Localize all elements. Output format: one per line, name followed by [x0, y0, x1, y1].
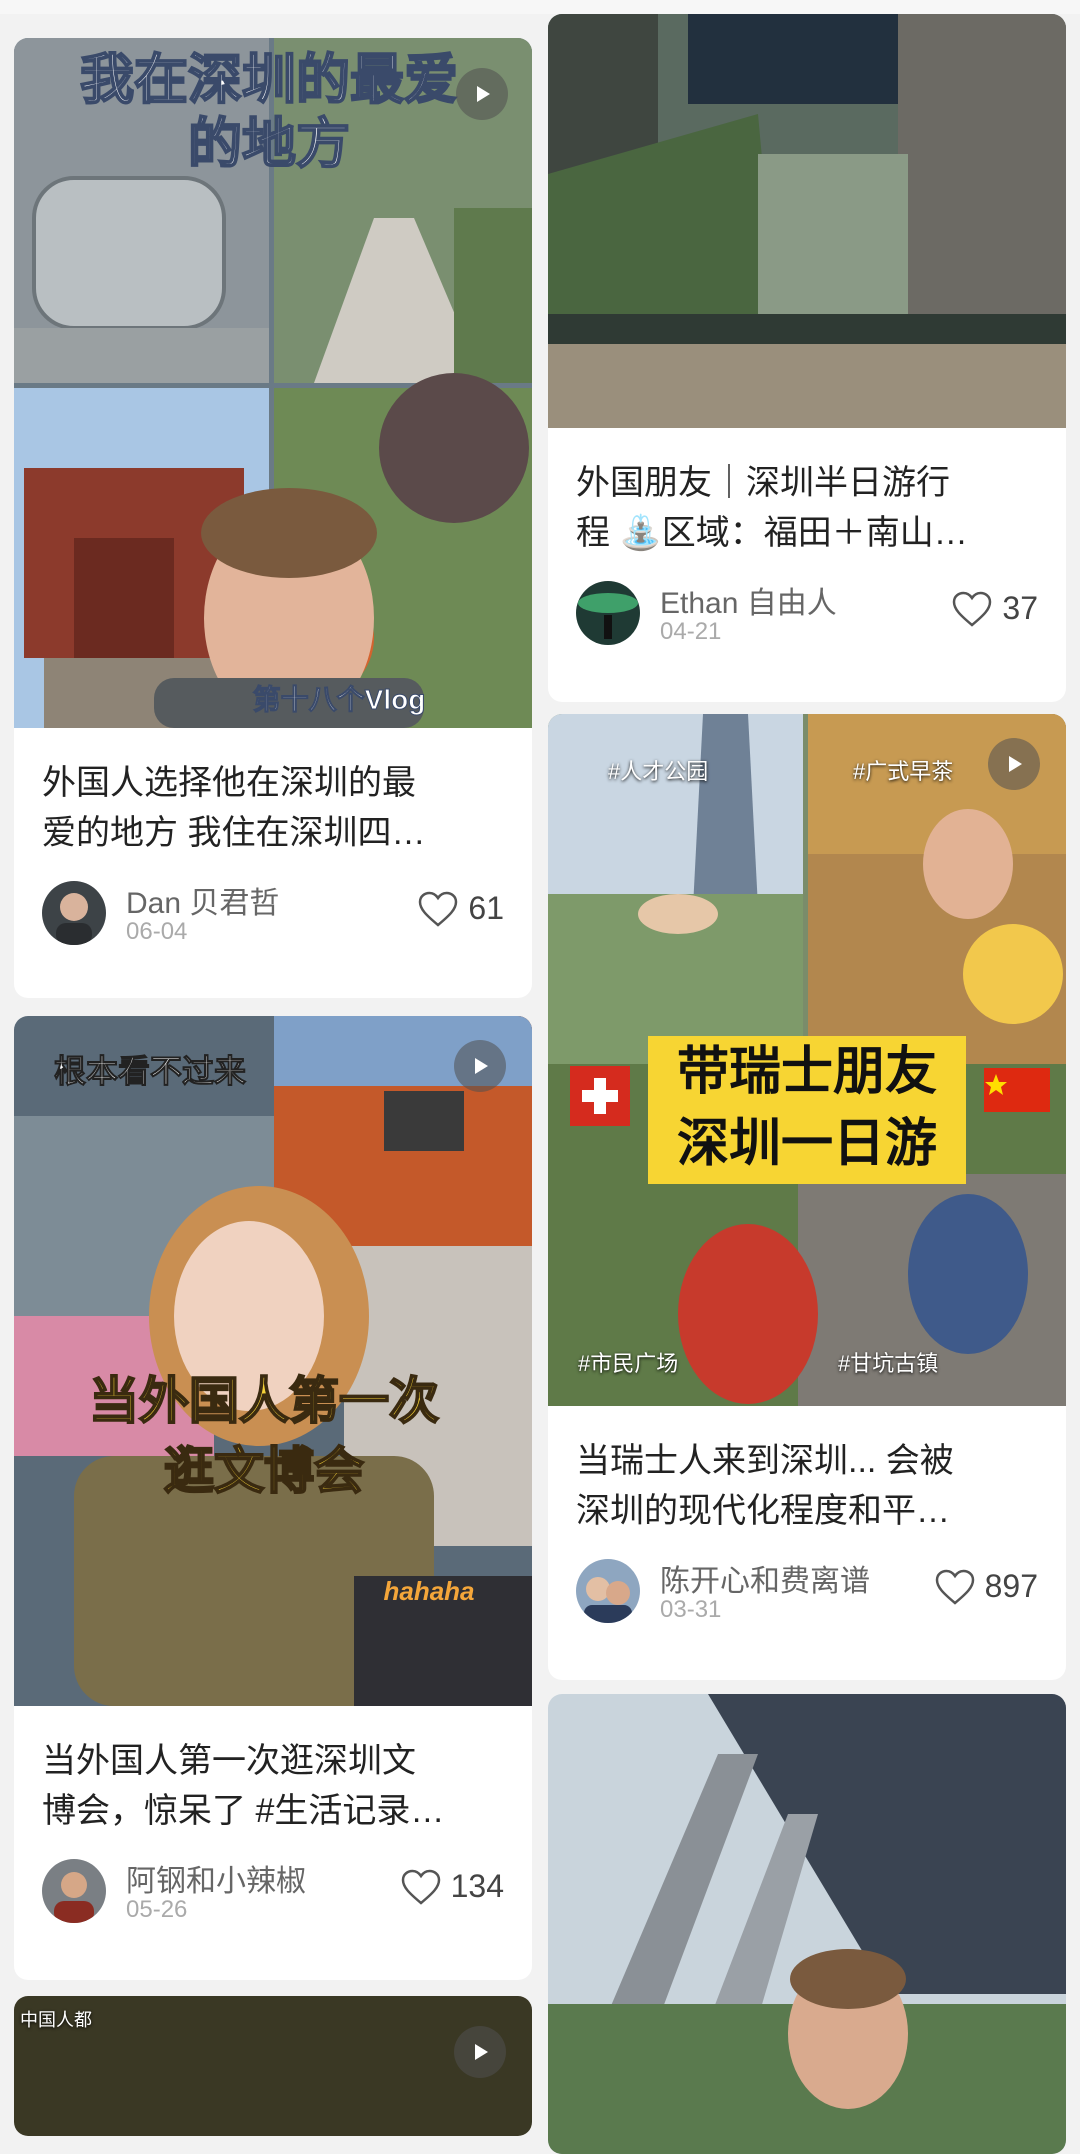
card-5-likes-count: 897	[984, 1568, 1038, 1604]
status-strip	[0, 0, 1080, 14]
heart-icon	[953, 591, 992, 627]
card-2-overlay-main: 当外国人第一次 逛文博会	[88, 1372, 440, 1500]
card-4-title: 外国朋友｜深圳半日游行 程 ⛲区域：福田＋南山…	[576, 464, 968, 552]
avatar[interactable]	[576, 581, 640, 645]
feed-card-5[interactable]: 带瑞士朋友 深圳一日游 #人才公园 #广式早茶 #市民广场 #甘坑古镇 当瑞士人…	[548, 714, 1066, 1680]
card-1-meta: Dan 贝君哲 06-04 61	[42, 878, 504, 948]
card-2-author[interactable]: 阿钢和小辣椒	[126, 1856, 306, 1900]
feed-card-3[interactable]: 中国人都	[14, 1996, 532, 2136]
play-icon	[988, 738, 1040, 790]
card-6-cover	[548, 1694, 1066, 2154]
flag-cn-icon	[984, 1068, 1050, 1112]
card-4-cover-image	[548, 14, 1066, 428]
card-5-tag-4: #甘坑古镇	[838, 1351, 939, 1376]
card-1-cover: 我在深圳的最爱 的地方 第十八个Vlog	[14, 38, 532, 728]
card-1-overlay-title: 我在深圳的最爱 的地方	[79, 49, 459, 175]
avatar[interactable]	[576, 1559, 640, 1623]
feed-card-4[interactable]: 外国朋友｜深圳半日游行 程 ⛲区域：福田＋南山… Ethan 自由人 04-21…	[548, 14, 1066, 702]
card-4-author[interactable]: Ethan 自由人	[660, 578, 837, 622]
feed-card-1[interactable]: 我在深圳的最爱 的地方 第十八个Vlog 外国人选择他在深圳的最 爱的地方 我住…	[14, 38, 532, 998]
card-1-author[interactable]: Dan 贝君哲	[126, 878, 279, 922]
card-1-title: 外国人选择他在深圳的最 爱的地方 我住在深圳四…	[42, 764, 426, 852]
card-4-likes-count: 37	[1002, 590, 1038, 626]
card-4-date: 04-21	[660, 618, 722, 645]
card-1-likes-count: 61	[468, 890, 504, 926]
card-2-date: 05-26	[126, 1896, 188, 1923]
card-5-date: 03-31	[660, 1596, 722, 1623]
avatar[interactable]	[42, 881, 106, 945]
card-4-like-button[interactable]: 37	[952, 590, 1038, 627]
card-4-cover	[548, 14, 1066, 428]
card-5-tag-1: #人才公园	[608, 759, 709, 784]
card-2-overlay-top: 根本看不过来	[54, 1053, 247, 1090]
card-2-like-button[interactable]: 134	[401, 1868, 504, 1905]
card-6-cover-image	[548, 1694, 1066, 2154]
play-icon	[454, 1040, 506, 1092]
card-3-overlay-label: 中国人都	[20, 2010, 92, 2030]
card-5-like-button[interactable]: 897	[935, 1568, 1038, 1605]
play-icon	[454, 2026, 506, 2078]
play-icon	[456, 68, 508, 120]
card-2-meta: 阿钢和小辣椒 05-26 134	[42, 1856, 504, 1926]
card-1-date: 06-04	[126, 918, 188, 945]
card-5-tag-2: #广式早茶	[853, 759, 954, 784]
card-2-title: 当外国人第一次逛深圳文 博会，惊呆了 #生活记录…	[42, 1742, 445, 1830]
card-5-cover: 带瑞士朋友 深圳一日游 #人才公园 #广式早茶 #市民广场 #甘坑古镇	[548, 714, 1066, 1406]
card-2-watermark: hahaha	[383, 1576, 475, 1606]
card-5-tag-3: #市民广场	[578, 1351, 679, 1376]
card-1-overlay-vlog: 第十八个Vlog	[252, 684, 426, 716]
card-2-likes-count: 134	[450, 1868, 504, 1904]
card-3-cover: 中国人都	[14, 1996, 532, 2136]
card-5-title: 当瑞士人来到深圳... 会被 深圳的现代化程度和平…	[576, 1442, 954, 1530]
card-2-cover: 根本看不过来 当外国人第一次 逛文博会 hahaha	[14, 1016, 532, 1706]
heart-icon	[935, 1569, 974, 1605]
card-5-meta: 陈开心和费离谱 03-31 897	[576, 1556, 1038, 1626]
card-1-like-button[interactable]: 61	[418, 890, 504, 927]
card-5-author[interactable]: 陈开心和费离谱	[660, 1556, 870, 1600]
feed-card-2[interactable]: 根本看不过来 当外国人第一次 逛文博会 hahaha 当外国人第一次逛深圳文 博…	[14, 1016, 532, 1980]
heart-icon	[419, 891, 458, 927]
avatar[interactable]	[42, 1859, 106, 1923]
heart-icon	[401, 1869, 440, 1905]
feed-card-6[interactable]	[548, 1694, 1066, 2154]
card-4-meta: Ethan 自由人 04-21 37	[576, 578, 1038, 648]
card-5-overlay-banner: 带瑞士朋友 深圳一日游	[648, 1036, 966, 1184]
flag-ch-icon	[570, 1066, 630, 1126]
